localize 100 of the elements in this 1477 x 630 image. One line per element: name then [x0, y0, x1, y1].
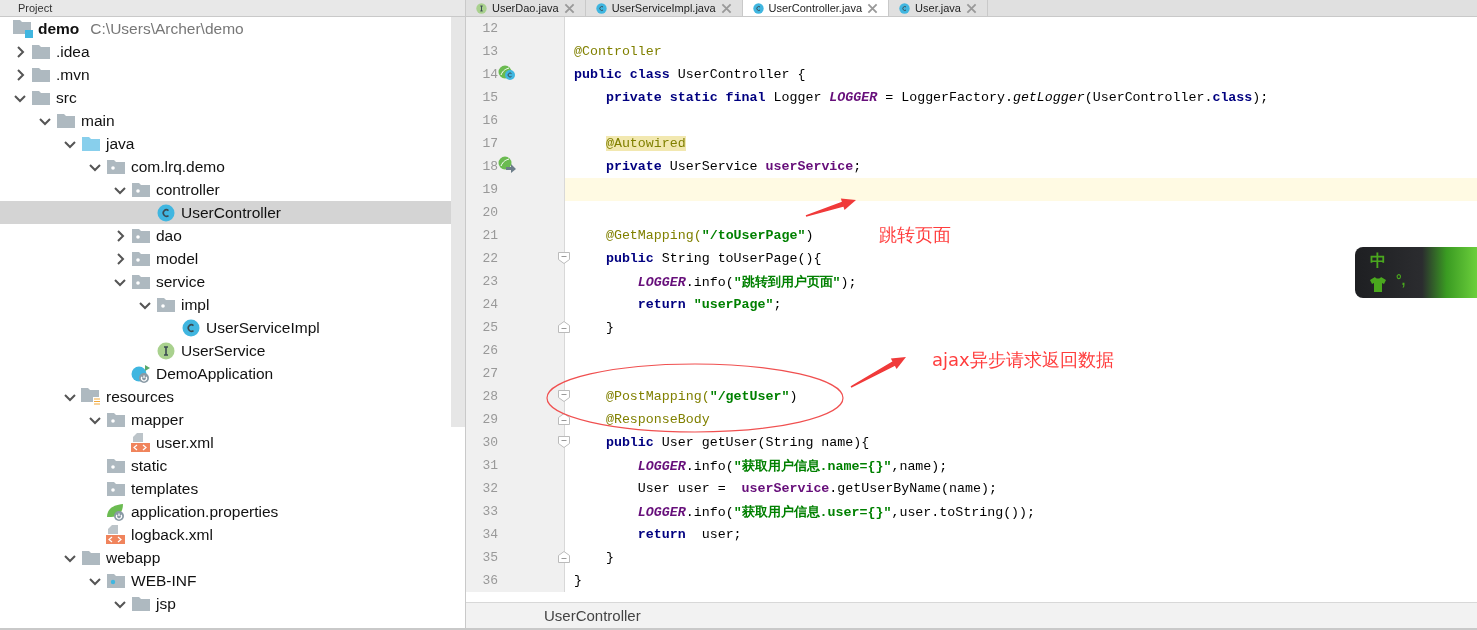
package-icon [107, 481, 125, 496]
tree-item[interactable]: java [0, 132, 451, 155]
code-line: User user = userService.getUserByName(name); [636, 481, 997, 496]
code-line: return "userPage"; [636, 297, 782, 312]
fold-icon[interactable] [558, 436, 570, 448]
folder-icon [32, 67, 50, 82]
line-number: 22 [481, 251, 498, 266]
line-number: 30 [481, 435, 498, 450]
editor-tab[interactable]: User.java [889, 0, 988, 16]
folder-icon [32, 44, 50, 59]
close-icon[interactable] [867, 2, 879, 14]
panel-title: Project [18, 2, 53, 14]
module-folder-icon [13, 19, 33, 38]
line-number: 32 [481, 481, 498, 496]
tree-item[interactable]: templates [0, 477, 451, 500]
tree-item[interactable]: .idea [0, 40, 451, 63]
tree-item[interactable]: jsp [0, 592, 451, 615]
annotation-note: 跳转页面 [879, 223, 951, 247]
line-number: 24 [481, 297, 498, 312]
line-number: 15 [481, 90, 498, 105]
tree-item[interactable]: mapper [0, 408, 451, 431]
fold-icon[interactable] [558, 252, 570, 264]
tree-item[interactable]: static [0, 454, 451, 477]
tree-item[interactable]: logback.xml [0, 523, 451, 546]
line-number: 35 [481, 550, 498, 565]
tree-item[interactable]: com.lrq.demo [0, 155, 451, 178]
code-line: private static final Logger LOGGER = LoggerFactory.getLogger(UserController.class); [604, 90, 1269, 105]
line-number: 29 [481, 412, 498, 427]
tree-item[interactable]: UserService [0, 339, 451, 362]
tree-item[interactable]: .mvn [0, 63, 451, 86]
tree-item[interactable]: DemoApplication [0, 362, 451, 385]
spring-leaf-icon [106, 501, 126, 522]
code-line: LOGGER.info("获取用户信息.user={}",user.toString()); [636, 503, 1036, 521]
tree-item[interactable]: src [0, 86, 451, 109]
line-number: 31 [481, 458, 498, 473]
class-icon [595, 2, 607, 14]
line-number: 33 [481, 504, 498, 519]
tree-item[interactable]: demo C:\Users\Archer\demo [0, 17, 451, 40]
breadcrumb[interactable]: UserController [544, 607, 641, 624]
ime-toolbar[interactable] [1355, 247, 1477, 298]
ime-mode-label[interactable]: 中 [1370, 251, 1386, 272]
punctuation-label[interactable]: °, [1396, 272, 1406, 288]
fold-icon[interactable] [558, 390, 570, 402]
code-line: @PostMapping("/getUser") [604, 389, 798, 404]
code-line: } [574, 573, 582, 588]
autowired-icon[interactable] [498, 156, 516, 173]
line-number: 23 [481, 274, 498, 289]
shirt-icon[interactable] [1370, 277, 1386, 292]
tree-item[interactable]: user.xml [0, 431, 451, 454]
line-number: 21 [481, 228, 498, 243]
scrollbar[interactable] [451, 17, 465, 427]
code-line: return user; [636, 527, 742, 542]
tree-item[interactable]: controller [0, 178, 451, 201]
tree-item[interactable]: main [0, 109, 451, 132]
code-line: LOGGER.info("获取用户信息.name={}",name); [636, 457, 948, 475]
package-icon [132, 182, 150, 197]
fold-icon[interactable] [558, 413, 570, 425]
editor-tab[interactable]: UserController.java [742, 0, 890, 16]
class-icon [157, 203, 175, 222]
code-line: private UserService userService; [604, 159, 862, 174]
line-number: 17 [481, 136, 498, 151]
tree-item[interactable]: WEB-INF [0, 569, 451, 592]
package-icon [107, 412, 125, 427]
code-line: public User getUser(String name){ [604, 435, 870, 450]
fold-icon[interactable] [558, 321, 570, 333]
line-number: 18 [481, 159, 498, 174]
interface-icon [476, 2, 487, 14]
tree-item[interactable]: webapp [0, 546, 451, 569]
package-icon [132, 251, 150, 266]
tree-item[interactable]: dao [0, 224, 451, 247]
spring-bean-icon[interactable] [498, 64, 516, 81]
line-number: 27 [481, 366, 498, 381]
line-number: 13 [481, 44, 498, 59]
editor-tab[interactable]: UserServiceImpl.java [585, 0, 743, 16]
tree-item[interactable]: UserController [0, 201, 451, 224]
tree-item[interactable]: impl [0, 293, 451, 316]
class-icon [182, 318, 200, 337]
tree-item[interactable]: UserServiceImpl [0, 316, 451, 339]
code-line: @GetMapping("/toUserPage") [604, 228, 814, 243]
line-number: 26 [481, 343, 498, 358]
folder-icon [82, 136, 100, 151]
chevron-right-icon[interactable] [114, 252, 126, 265]
resources-folder-icon [81, 387, 101, 406]
editor-tab[interactable]: UserDao.java [466, 0, 586, 16]
code-line: } [604, 320, 614, 335]
code-line: public class UserController { [574, 67, 806, 82]
line-number: 16 [481, 113, 498, 128]
chevron-right-icon[interactable] [14, 68, 26, 81]
line-number: 12 [481, 21, 498, 36]
code-line: LOGGER.info("跳转到用户页面"); [636, 273, 857, 291]
chevron-right-icon[interactable] [14, 45, 26, 58]
tree-item[interactable]: resources [0, 385, 451, 408]
tree-item[interactable]: service [0, 270, 451, 293]
fold-icon[interactable] [558, 551, 570, 563]
tree-item[interactable]: application.properties [0, 500, 451, 523]
line-number: 36 [481, 573, 498, 588]
package-icon [132, 274, 150, 289]
interface-icon [157, 341, 175, 360]
tree-item[interactable]: model [0, 247, 451, 270]
chevron-right-icon[interactable] [114, 229, 126, 242]
